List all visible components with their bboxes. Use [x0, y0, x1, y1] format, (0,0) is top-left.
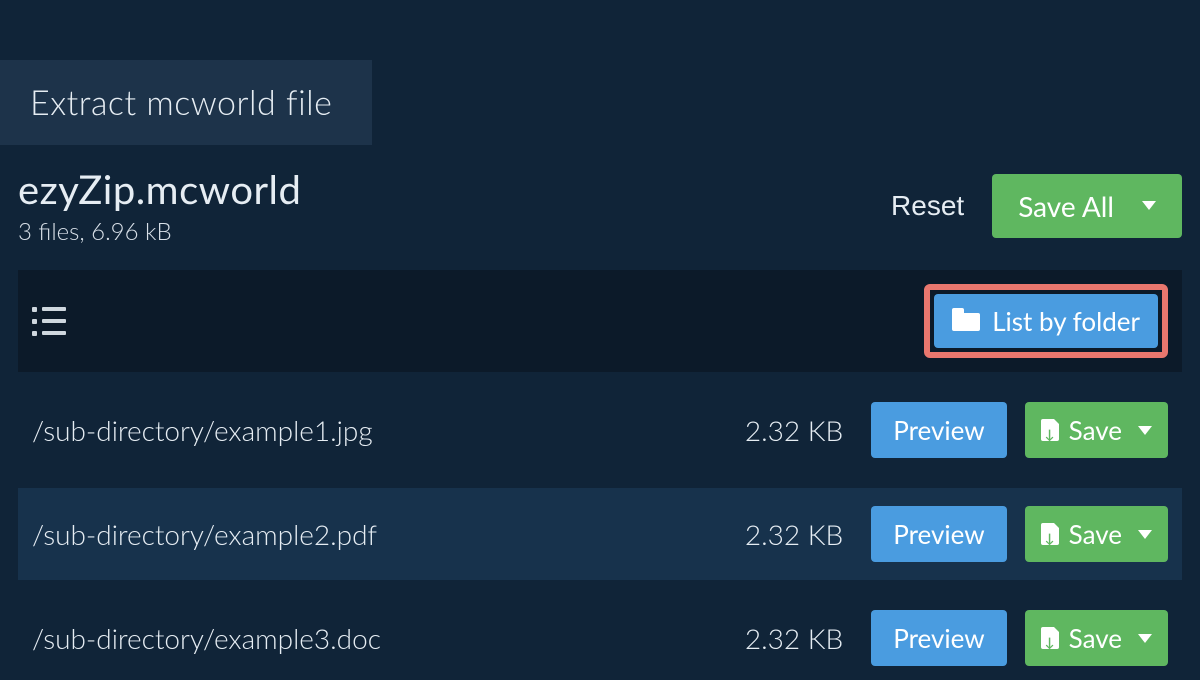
file-row: /sub-directory/example3.doc 2.32 KB Prev… [18, 592, 1182, 680]
save-label: Save [1069, 622, 1122, 654]
file-download-icon [1041, 627, 1059, 649]
file-download-icon [1041, 419, 1059, 441]
save-label: Save [1069, 414, 1122, 446]
file-path: /sub-directory/example2.pdf [32, 517, 695, 551]
preview-button[interactable]: Preview [871, 506, 1006, 562]
caret-down-icon [1138, 426, 1152, 435]
save-button[interactable]: Save [1025, 610, 1168, 666]
list-by-folder-label: List by folder [992, 305, 1140, 337]
caret-down-icon [1138, 530, 1152, 539]
file-path: /sub-directory/example1.jpg [32, 413, 695, 447]
reset-button[interactable]: Reset [891, 190, 964, 222]
file-path: /sub-directory/example3.doc [32, 621, 695, 655]
archive-subtitle: 3 files, 6.96 kB [18, 217, 891, 246]
list-view-icon[interactable] [32, 307, 66, 335]
highlight-frame: List by folder [924, 284, 1168, 358]
save-all-label: Save All [1018, 189, 1114, 223]
save-button[interactable]: Save [1025, 402, 1168, 458]
save-button[interactable]: Save [1025, 506, 1168, 562]
list-by-folder-button[interactable]: List by folder [934, 294, 1158, 348]
preview-button[interactable]: Preview [871, 402, 1006, 458]
save-all-button[interactable]: Save All [992, 174, 1182, 238]
preview-button[interactable]: Preview [871, 610, 1006, 666]
archive-filename: ezyZip.mcworld [18, 165, 891, 213]
file-header: ezyZip.mcworld 3 files, 6.96 kB Reset Sa… [0, 145, 1200, 270]
tab-label: Extract mcworld file [30, 82, 332, 123]
file-list: /sub-directory/example1.jpg 2.32 KB Prev… [0, 384, 1200, 680]
file-size: 2.32 KB [713, 517, 853, 551]
caret-down-icon [1142, 201, 1156, 210]
tab-extract-mcworld[interactable]: Extract mcworld file [0, 60, 372, 145]
file-size: 2.32 KB [713, 413, 853, 447]
file-size: 2.32 KB [713, 621, 853, 655]
file-download-icon [1041, 523, 1059, 545]
caret-down-icon [1138, 634, 1152, 643]
file-title-block: ezyZip.mcworld 3 files, 6.96 kB [18, 165, 891, 246]
file-row: /sub-directory/example1.jpg 2.32 KB Prev… [18, 384, 1182, 476]
save-label: Save [1069, 518, 1122, 550]
list-toolbar: List by folder [18, 270, 1182, 372]
folder-open-icon [952, 311, 980, 331]
file-row: /sub-directory/example2.pdf 2.32 KB Prev… [18, 488, 1182, 580]
